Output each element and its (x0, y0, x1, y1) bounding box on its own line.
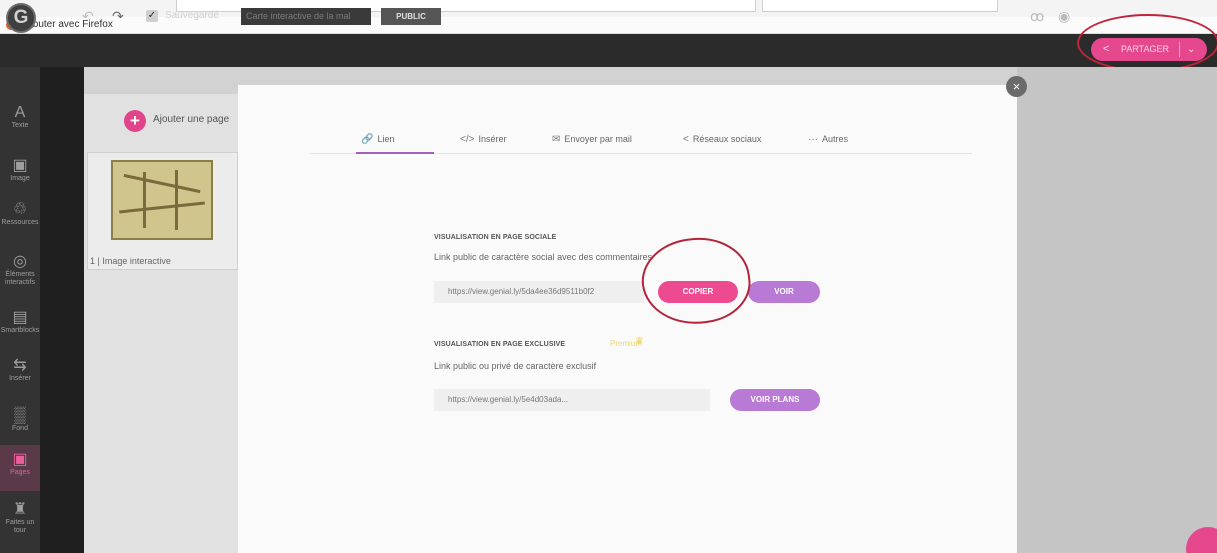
social-section-title: VISUALISATION EN PAGE SOCIALE (434, 234, 557, 241)
pages-panel (84, 67, 238, 553)
text-icon: A (14, 104, 26, 121)
pages-panel-strip (40, 67, 84, 553)
undo-icon[interactable]: ↶ (82, 8, 94, 25)
exclusive-section-description: Link public ou privé de caractère exclus… (434, 361, 597, 371)
more-dots-icon: ··· (808, 134, 818, 145)
tab-envoyer-par-mail[interactable]: ✉ Envoyer par mail (552, 134, 632, 145)
view-plans-button[interactable]: VOIR PLANS (730, 389, 820, 411)
sidebar-item-fond[interactable]: ▒ Fond (0, 403, 40, 449)
redo-icon[interactable]: ↷ (112, 8, 124, 25)
share-nodes-icon: < (683, 134, 689, 145)
page-thumbnail-label: 1 | Image interactive (90, 256, 171, 266)
saved-status: Sauvegardé (165, 10, 219, 21)
smartblocks-icon: ▤ (12, 309, 28, 326)
tab-reseaux-sociaux[interactable]: < Réseaux sociaux (683, 134, 761, 145)
exclusive-url-field[interactable]: https://view.genial.ly/5e4d03ada... (434, 389, 710, 411)
tab-label: Envoyer par mail (564, 134, 632, 144)
background-icon: ▒ (14, 407, 26, 424)
link-icon: 🔗 (361, 134, 374, 145)
sidebar-item-smartblocks[interactable]: ▤ Smartblocks (0, 303, 40, 349)
tab-lien[interactable]: 🔗 Lien (361, 134, 394, 145)
tab-inserer[interactable]: </> Insérer (460, 134, 506, 145)
pages-icon: ▣ (12, 451, 28, 468)
add-page-icon[interactable]: + (124, 110, 146, 132)
crown-icon: ♛ (635, 336, 644, 347)
social-url-field[interactable]: https://view.genial.ly/5da4ee36d9511b0f2 (434, 281, 644, 303)
sidebar-item-texte[interactable]: A Texte (0, 100, 40, 146)
genially-logo[interactable]: G (6, 3, 36, 33)
sidebar-item-ressources[interactable]: ♲ Ressources (0, 195, 40, 241)
code-icon: </> (460, 134, 475, 145)
sidebar-item-pages[interactable]: ▣ Pages (0, 445, 40, 491)
sidebar-item-label: Éléments interactifs (5, 271, 35, 286)
sidebar-item-inserer[interactable]: ⇆ Insérer (0, 351, 40, 397)
annotation-circle-share (1077, 14, 1217, 72)
add-page-label[interactable]: Ajouter une page (153, 114, 229, 125)
project-title-input[interactable]: Carte interactive de la mal (241, 8, 371, 25)
saved-check-icon: ✓ (146, 10, 158, 22)
sidebar-item-label: Pages (10, 469, 30, 476)
interactive-elements-icon: ◎ (13, 253, 27, 270)
map-thumbnail-image (111, 160, 213, 240)
sidebar-item-faites-un-tour[interactable]: ♜ Faites un tour (0, 495, 40, 541)
sidebar-item-label: Ressources (1, 219, 39, 226)
exclusive-section-title: VISUALISATION EN PAGE EXCLUSIVE (434, 341, 566, 348)
image-icon: ▣ (12, 157, 28, 174)
sidebar-item-label: Faites un tour (5, 519, 35, 534)
social-section-description: Link public de caractère social avec des… (434, 252, 653, 262)
tab-label: Lien (377, 134, 395, 144)
sidebar-item-label: Insérer (9, 375, 31, 382)
public-button[interactable]: PUBLIC (381, 8, 441, 25)
sidebar-item-label: Image (10, 175, 30, 182)
view-button[interactable]: VOIR (748, 281, 820, 303)
sidebar-item-label: Smartblocks (0, 327, 40, 334)
tab-label: Insérer (478, 134, 507, 144)
tab-label: Autres (822, 134, 849, 144)
mail-icon: ✉ (552, 134, 561, 145)
sidebar-item-label: Fond (12, 425, 28, 432)
collaborators-icon[interactable]: ꝏ (1030, 8, 1044, 25)
preview-eye-icon[interactable]: ◉ (1058, 8, 1070, 25)
sidebar-item-elements-interactifs[interactable]: ◎ Éléments interactifs (0, 247, 40, 293)
browser-search-bar[interactable] (762, 0, 998, 12)
close-icon[interactable]: × (1006, 76, 1027, 97)
insert-icon: ⇆ (13, 357, 27, 374)
tour-icon: ♜ (12, 501, 28, 518)
editor-topbar (0, 34, 1217, 67)
tab-autres[interactable]: ··· Autres (808, 134, 848, 145)
active-tab-indicator (356, 152, 434, 154)
canvas-background (1017, 67, 1217, 553)
share-modal (238, 85, 1017, 553)
tab-label: Réseaux sociaux (692, 134, 762, 144)
resources-icon: ♲ (12, 201, 28, 218)
sidebar-item-label: Texte (11, 122, 29, 129)
tools-sidebar: A Texte ▣ Image ♲ Ressources ◎ Éléments … (0, 67, 40, 553)
sidebar-item-image[interactable]: ▣ Image (0, 151, 40, 197)
